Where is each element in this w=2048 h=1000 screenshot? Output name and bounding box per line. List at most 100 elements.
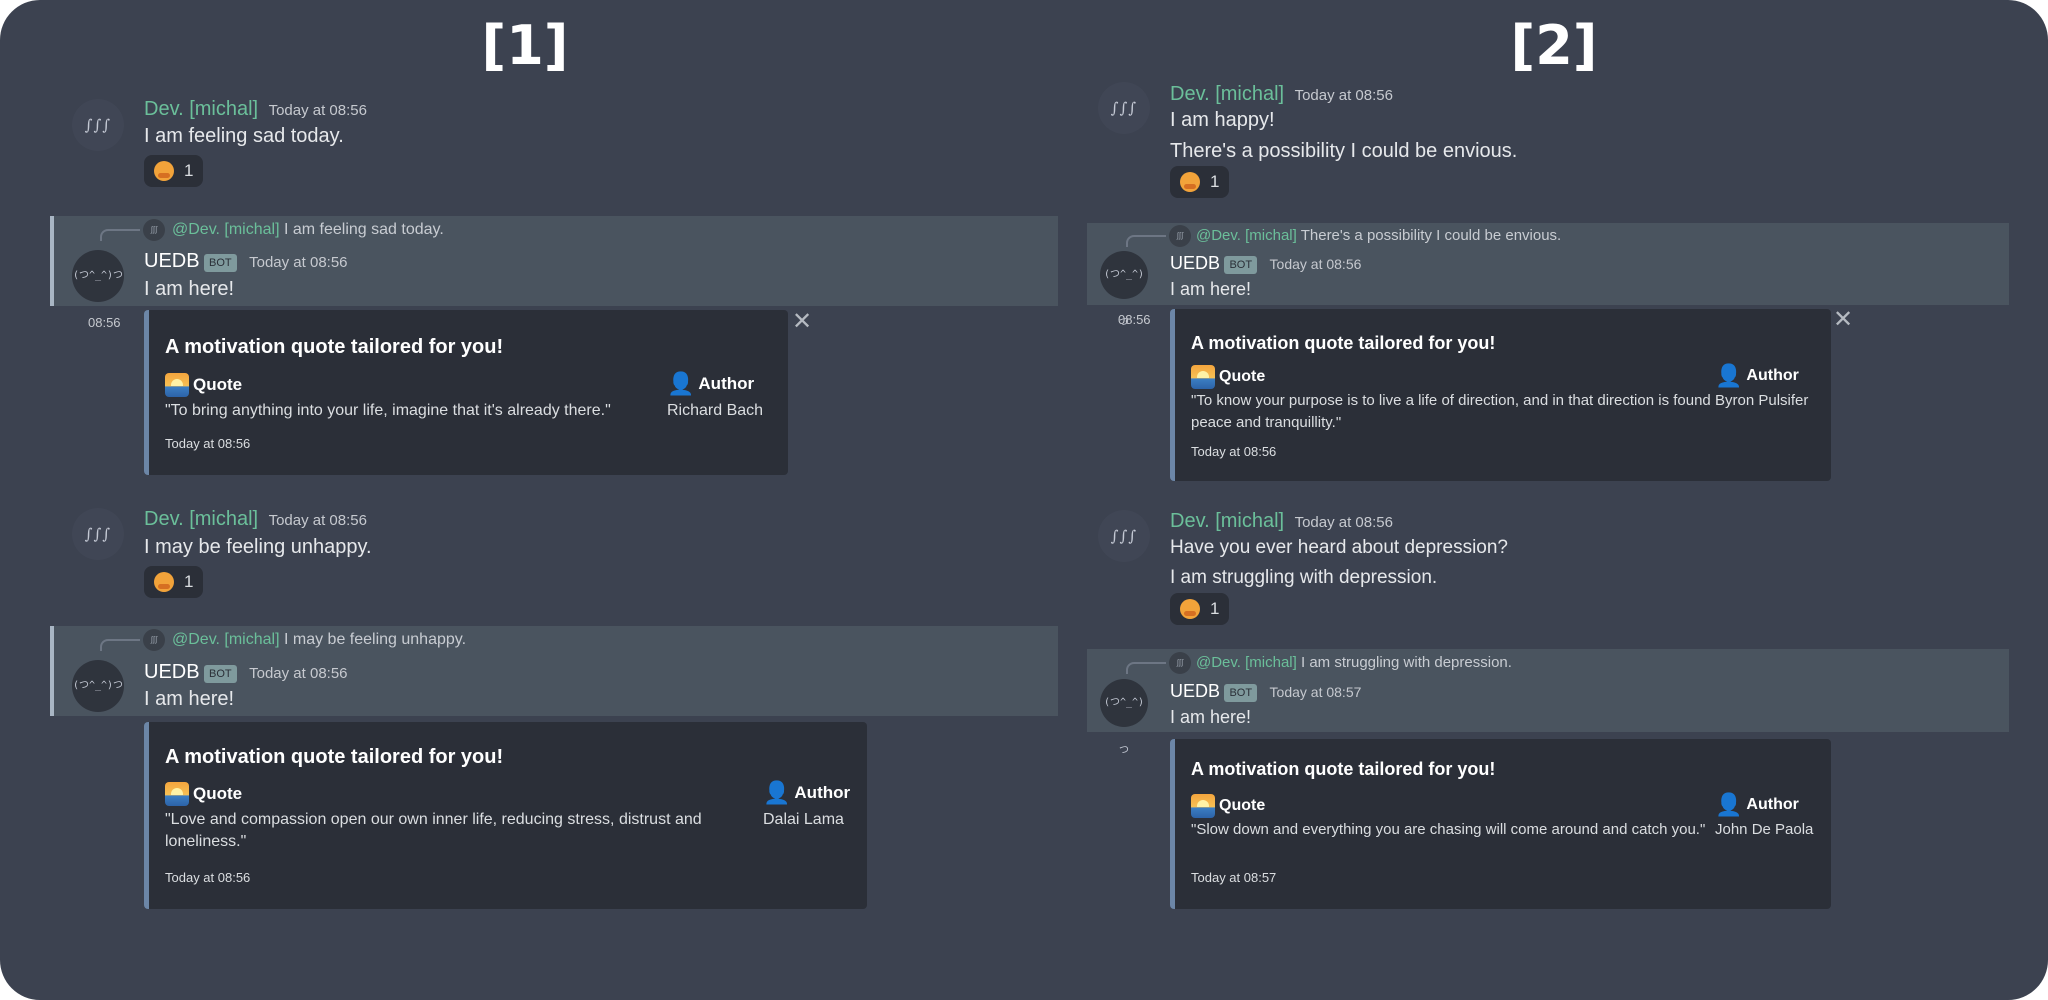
embed-footer: Today at 08:57 — [1191, 870, 1277, 885]
reaction-count: 1 — [1210, 172, 1220, 191]
username[interactable]: Dev. [michal] — [144, 98, 258, 120]
sunrise-icon — [165, 373, 189, 397]
close-icon[interactable]: ✕ — [792, 310, 812, 334]
close-icon[interactable]: ✕ — [1833, 308, 1853, 332]
timestamp: Today at 08:56 — [1294, 514, 1393, 531]
embed-title: A motivation quote tailored for you! — [165, 746, 504, 768]
embed-title: A motivation quote tailored for you! — [1191, 759, 1496, 779]
user-avatar[interactable]: ∫∫∫ — [72, 508, 124, 560]
bot-username[interactable]: UEDB — [144, 250, 200, 272]
reply-mention[interactable]: @Dev. [michal] — [1196, 227, 1297, 244]
reply-text: I am feeling sad today. — [283, 221, 444, 238]
quote-text: "Slow down and everything you are chasin… — [1191, 821, 1706, 838]
embed-title: A motivation quote tailored for you! — [165, 336, 504, 358]
quote-author: John De Paola — [1715, 821, 1814, 838]
quote-embed: A motivation quote tailored for you! Quo… — [144, 722, 867, 909]
user-avatar[interactable]: ∫∫∫ — [1098, 82, 1150, 134]
message-text: Have you ever heard about depression? — [1170, 537, 1509, 558]
message-text: I am happy! — [1170, 109, 1275, 131]
reply-avatar: ∫∫∫ — [143, 629, 165, 651]
message-text: I am here! — [1170, 707, 1252, 727]
reply-avatar: ∫∫∫ — [1169, 225, 1191, 247]
panel-1-label: [1] — [481, 14, 569, 77]
reply-mention[interactable]: @Dev. [michal] — [172, 631, 280, 648]
message-header: UEDB BOT Today at 08:57 — [1170, 681, 1361, 702]
person-icon: 👤 — [667, 371, 695, 396]
reply-connector — [100, 229, 140, 241]
message-text: I am here! — [144, 688, 235, 710]
reply-text: I may be feeling unhappy. — [283, 631, 467, 648]
author-field-label: 👤 Author — [1715, 363, 1799, 388]
hugging-face-icon — [154, 572, 174, 592]
timestamp: Today at 08:56 — [268, 512, 367, 529]
quote-author: Richard Bach — [667, 402, 764, 419]
message-header: UEDB BOT Today at 08:56 — [1170, 253, 1361, 274]
bot-badge: BOT — [204, 253, 237, 272]
reply-mention[interactable]: @Dev. [michal] — [1196, 654, 1297, 671]
author-field-label: 👤 Author — [667, 371, 755, 396]
bot-badge: BOT — [1224, 255, 1258, 274]
embed-footer: Today at 08:56 — [1191, 444, 1277, 459]
quote-author: Byron Pulsifer — [1715, 392, 1809, 409]
reaction-button[interactable]: 1 — [1170, 593, 1230, 625]
bot-username[interactable]: UEDB — [1170, 253, 1220, 273]
reply-connector — [1126, 662, 1166, 674]
reply-preview[interactable]: @Dev. [michal] I am struggling with depr… — [1196, 654, 1512, 671]
message-header: Dev. [michal] Today at 08:56 — [144, 98, 367, 121]
reaction-button[interactable]: 1 — [144, 566, 204, 598]
embed-footer: Today at 08:56 — [165, 436, 251, 451]
reply-preview[interactable]: @Dev. [michal] I may be feeling unhappy. — [172, 631, 466, 649]
hover-timestamp: 08:56 — [1118, 312, 1151, 327]
person-icon: 👤 — [1715, 363, 1743, 388]
hugging-face-icon — [1180, 599, 1200, 619]
hugging-face-icon — [1180, 172, 1200, 192]
person-icon: 👤 — [763, 780, 791, 805]
username[interactable]: Dev. [michal] — [144, 508, 258, 530]
quote-embed: A motivation quote tailored for you! Quo… — [1170, 739, 1831, 909]
reaction-button[interactable]: 1 — [144, 155, 204, 187]
quote-embed: A motivation quote tailored for you! Quo… — [144, 310, 788, 475]
bot-avatar[interactable]: (つ^_^)つ — [1100, 679, 1148, 756]
quote-field-label: Quote — [1191, 365, 1265, 389]
message-header: Dev. [michal] Today at 08:56 — [144, 508, 367, 531]
timestamp: Today at 08:56 — [268, 102, 367, 119]
hugging-face-icon — [154, 161, 174, 181]
bot-username[interactable]: UEDB — [1170, 681, 1220, 701]
user-avatar[interactable]: ∫∫∫ — [1098, 510, 1150, 562]
bot-avatar[interactable]: (つ^_^)つ — [72, 660, 124, 712]
reaction-count: 1 — [184, 161, 194, 180]
reaction-button[interactable]: 1 — [1170, 166, 1230, 198]
timestamp: Today at 08:56 — [249, 254, 348, 271]
quote-field-label: Quote — [1191, 794, 1265, 818]
username[interactable]: Dev. [michal] — [1170, 83, 1284, 105]
reply-connector — [1126, 235, 1166, 247]
reply-preview[interactable]: @Dev. [michal] I am feeling sad today. — [172, 221, 444, 239]
embed-title: A motivation quote tailored for you! — [1191, 333, 1496, 353]
author-field-label: 👤 Author — [1715, 792, 1799, 817]
message-text: I am here! — [144, 278, 235, 300]
panel-2-label: [2] — [1510, 14, 1598, 77]
bot-username[interactable]: UEDB — [144, 661, 200, 683]
quote-author: Dalai Lama — [763, 811, 844, 828]
message-text: There's a possibility I could be envious… — [1170, 140, 1518, 162]
quote-field-label: Quote — [165, 782, 242, 806]
comparison-frame: [1] ∫∫∫ Dev. [michal] Today at 08:56 I a… — [0, 0, 2048, 1000]
bot-badge: BOT — [204, 664, 237, 683]
message-header: Dev. [michal] Today at 08:56 — [1170, 83, 1393, 106]
bot-avatar[interactable]: (つ^_^)つ — [1100, 251, 1148, 328]
quote-text: "To bring anything into your life, imagi… — [165, 402, 611, 419]
username[interactable]: Dev. [michal] — [1170, 510, 1284, 532]
person-icon: 👤 — [1715, 792, 1743, 817]
reply-preview[interactable]: @Dev. [michal] There's a possibility I c… — [1196, 227, 1561, 244]
author-field-label: 👤 Author — [763, 780, 851, 805]
quote-field-label: Quote — [165, 373, 242, 397]
bot-badge: BOT — [1224, 683, 1258, 702]
bot-avatar[interactable]: (つ^_^)つ — [72, 250, 124, 302]
reply-avatar: ∫∫∫ — [1169, 652, 1191, 674]
timestamp: Today at 08:56 — [1269, 256, 1362, 272]
quote-embed: A motivation quote tailored for you! Quo… — [1170, 309, 1831, 481]
user-avatar[interactable]: ∫∫∫ — [72, 99, 124, 151]
message-text: I am here! — [1170, 279, 1252, 299]
reply-mention[interactable]: @Dev. [michal] — [172, 221, 280, 238]
timestamp: Today at 08:57 — [1269, 684, 1362, 700]
